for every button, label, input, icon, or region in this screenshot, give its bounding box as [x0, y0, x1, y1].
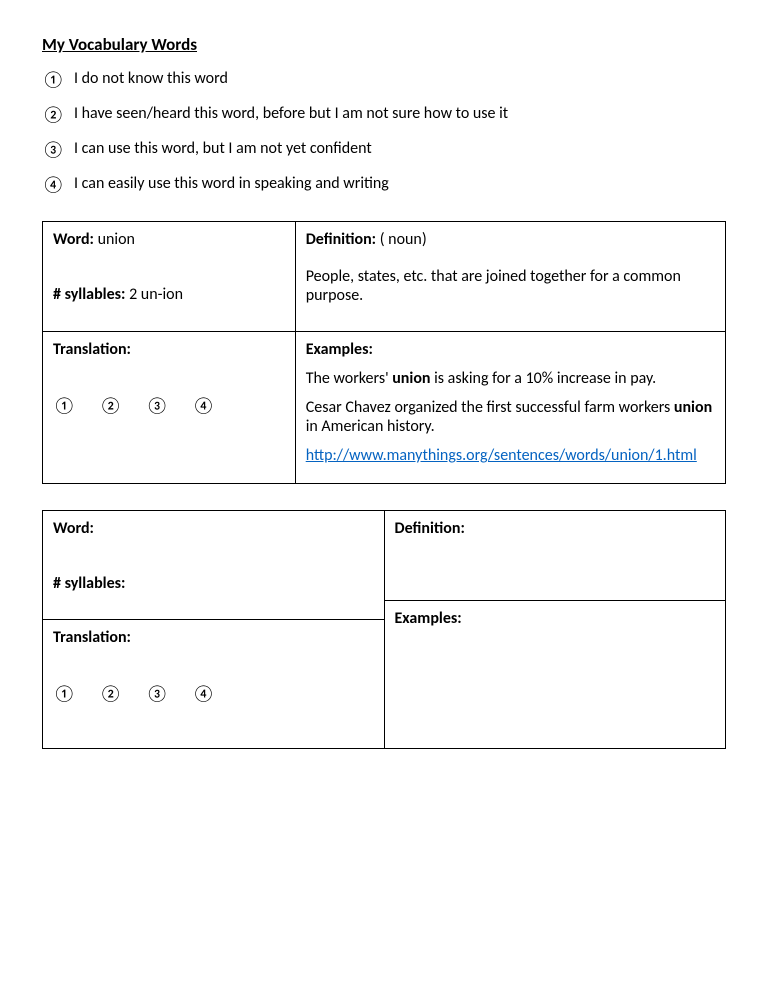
page: My Vocabulary Words ① I do not know this… [0, 0, 768, 831]
word-label: Word: [53, 230, 94, 249]
vocab-card-2: Word: # syllables: Definition: [42, 510, 726, 749]
example-1: The workers' union is asking for a 10% i… [306, 369, 715, 388]
syllables-label: # syllables: [53, 574, 125, 593]
circled-4-icon[interactable]: ④ [192, 395, 217, 416]
example-bold: union [392, 369, 430, 388]
examples-label: Examples: [306, 340, 715, 359]
example-text: in American history. [306, 417, 435, 436]
circled-3-icon[interactable]: ③ [146, 683, 171, 704]
left-col-bottom: Translation: ① ② ③ ④ [43, 332, 296, 484]
circled-2-icon[interactable]: ② [99, 395, 124, 416]
vocab-card-1: Word: union # syllables: 2 un-ion Defini… [42, 221, 726, 484]
legend-row: ③ I can use this word, but I am not yet … [42, 139, 726, 160]
definition-text: People, states, etc. that are joined tog… [306, 267, 715, 305]
rating-row: ① ② ③ ④ [53, 683, 374, 704]
legend-row: ① I do not know this word [42, 69, 726, 90]
example-text: The workers' [306, 369, 393, 388]
translation-label: Translation: [53, 340, 131, 359]
translation-label: Translation: [53, 628, 131, 647]
legend-text: I can use this word, but I am not yet co… [74, 139, 726, 158]
definition-cell: Definition: ( noun) People, states, etc.… [295, 222, 725, 332]
example-text: Cesar Chavez organized the first success… [306, 398, 674, 417]
legend-text: I have seen/heard this word, before but … [74, 104, 726, 123]
left-col-top: Word: union # syllables: 2 un-ion [43, 222, 296, 332]
example-bold: union [674, 398, 712, 417]
legend-row: ② I have seen/heard this word, before bu… [42, 104, 726, 125]
example-2: Cesar Chavez organized the first success… [306, 398, 715, 436]
syllables-value: 2 un-ion [129, 285, 183, 304]
legend-text: I do not know this word [74, 69, 726, 88]
circled-1-icon: ① [42, 69, 74, 90]
rating-row: ① ② ③ ④ [53, 395, 285, 416]
examples-cell: Examples: The workers' union is asking f… [295, 332, 725, 484]
legend-text: I can easily use this word in speaking a… [74, 174, 726, 193]
circled-2-icon: ② [42, 104, 74, 125]
examples-cell: Examples: [384, 601, 726, 749]
circled-3-icon: ③ [42, 139, 74, 160]
examples-label: Examples: [395, 609, 716, 628]
legend-row: ④ I can easily use this word in speaking… [42, 174, 726, 195]
definition-label: Definition: [395, 519, 465, 538]
page-title: My Vocabulary Words [42, 34, 726, 55]
circled-4-icon[interactable]: ④ [192, 683, 217, 704]
circled-1-icon[interactable]: ① [53, 683, 78, 704]
definition-label: Definition: [306, 230, 376, 249]
definition-cell: Definition: [384, 511, 726, 601]
example-text: is asking for a 10% increase in pay. [431, 369, 657, 388]
circled-4-icon: ④ [42, 174, 74, 195]
syllables-label: # syllables: [53, 285, 125, 304]
circled-2-icon[interactable]: ② [99, 683, 124, 704]
left-col-bottom: Translation: ① ② ③ ④ [43, 620, 385, 749]
left-col-top: Word: # syllables: [43, 511, 385, 620]
word-label: Word: [53, 519, 94, 538]
legend: ① I do not know this word ② I have seen/… [42, 69, 726, 195]
example-link[interactable]: http://www.manythings.org/sentences/word… [306, 446, 697, 465]
circled-1-icon[interactable]: ① [53, 395, 78, 416]
definition-pos: ( noun) [380, 230, 427, 249]
circled-3-icon[interactable]: ③ [146, 395, 171, 416]
word-value: union [98, 230, 135, 249]
